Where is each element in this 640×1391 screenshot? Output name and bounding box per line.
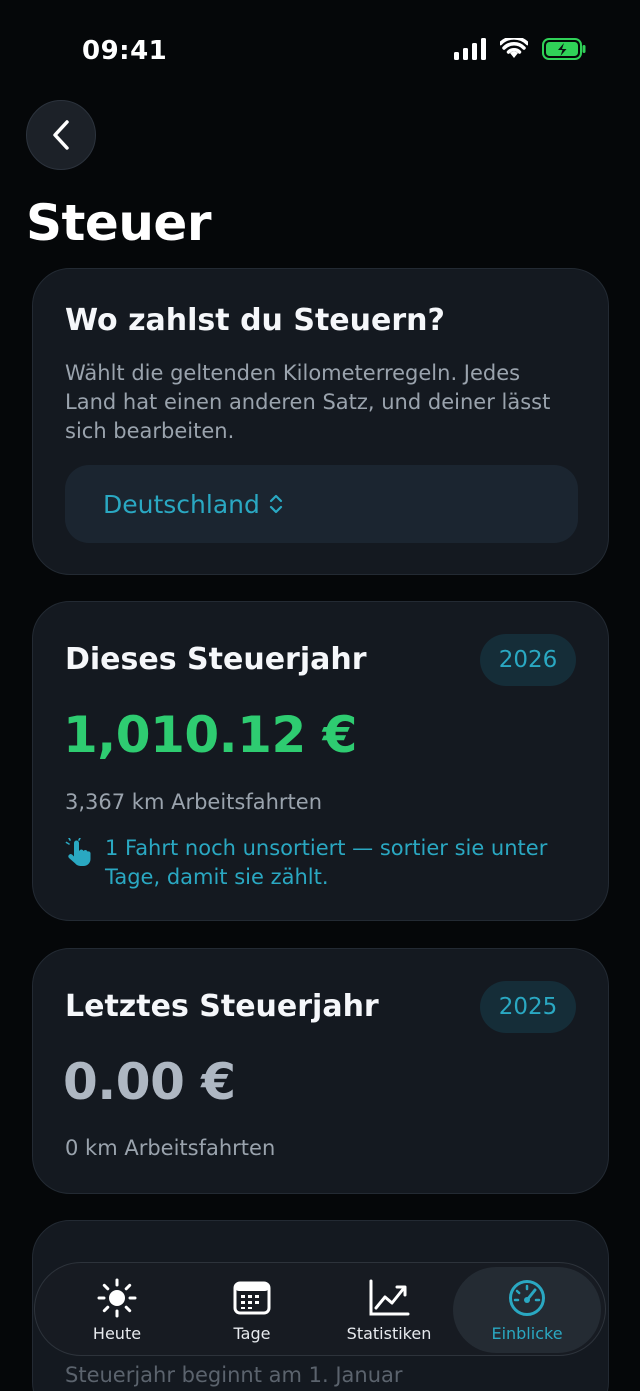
tab-label: Heute: [92, 1323, 142, 1343]
current-year-km: 3,367 km Arbeitsfahrten: [65, 790, 323, 814]
tab-statistiken[interactable]: Statistiken: [325, 1263, 453, 1357]
country-card: Wo zahlst du Steuern? Wählt die geltende…: [32, 268, 609, 575]
sun-icon: [97, 1278, 137, 1317]
hand-tap-icon: [65, 838, 91, 866]
country-picker[interactable]: Deutschland: [65, 465, 578, 543]
tab-label: Einblicke: [491, 1323, 563, 1343]
status-icons: [454, 38, 586, 60]
last-year-title: Letztes Steuerjahr: [65, 989, 379, 1024]
wifi-icon: [500, 38, 528, 58]
calendar-icon: [233, 1281, 271, 1314]
last-year-amount: 0.00 €: [63, 1053, 236, 1111]
chevron-up-down-icon: [268, 492, 284, 516]
status-time: 09:41: [82, 36, 168, 66]
current-year-card[interactable]: Dieses Steuerjahr 2026 1,010.12 € 3,367 …: [32, 601, 609, 921]
year-badge: 2025: [480, 981, 576, 1033]
country-card-title: Wo zahlst du Steuern?: [65, 303, 445, 338]
unsorted-hint[interactable]: 1 Fahrt noch unsortiert — sortier sie un…: [65, 834, 565, 892]
unsorted-hint-text: 1 Fahrt noch unsortiert — sortier sie un…: [105, 836, 548, 889]
tab-label: Tage: [233, 1323, 271, 1343]
country-card-description: Wählt die geltenden Kilometerregeln. Jed…: [65, 361, 551, 443]
chevron-left-icon: [53, 120, 69, 150]
battery-icon: [542, 38, 586, 60]
tab-bar: Heute Tage Statistiken Einblicke: [34, 1262, 606, 1356]
gauge-icon: [509, 1279, 545, 1316]
tab-einblicke[interactable]: Einblicke: [453, 1267, 601, 1353]
current-year-title: Dieses Steuerjahr: [65, 642, 367, 677]
country-picker-value: Deutschland: [103, 489, 260, 519]
tab-label: Statistiken: [346, 1323, 432, 1343]
next-year-subtitle: Steuerjahr beginnt am 1. Januar: [65, 1363, 403, 1387]
tab-tage[interactable]: Tage: [187, 1263, 317, 1357]
tab-heute[interactable]: Heute: [53, 1263, 181, 1357]
year-badge: 2026: [480, 634, 576, 686]
page-title: Steuer: [26, 194, 212, 252]
signal-icon: [454, 38, 486, 60]
back-button[interactable]: [26, 100, 96, 170]
current-year-amount: 1,010.12 €: [63, 706, 357, 764]
last-year-km: 0 km Arbeitsfahrten: [65, 1136, 276, 1160]
chart-icon: [369, 1279, 410, 1315]
last-year-card[interactable]: Letztes Steuerjahr 2025 0.00 € 0 km Arbe…: [32, 948, 609, 1194]
status-bar: 09:41: [0, 0, 640, 100]
